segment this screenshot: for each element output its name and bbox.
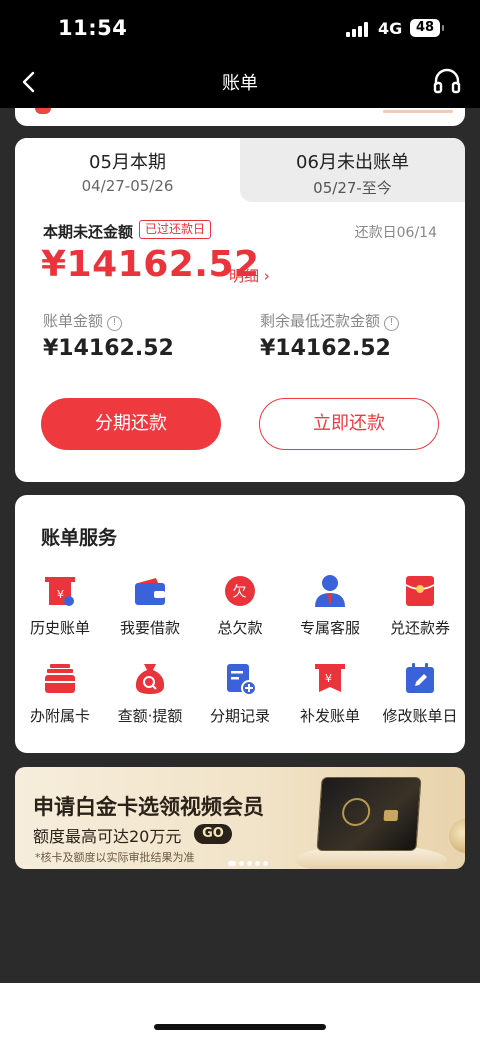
service-credit-limit[interactable]: 查额·提额 [105, 661, 195, 726]
home-indicator[interactable] [154, 1024, 326, 1030]
service-label: 总欠款 [217, 619, 263, 637]
supplementary-card-icon [45, 664, 75, 693]
unpaid-amount: ¥14162.52 [41, 244, 260, 285]
svg-text:¥: ¥ [325, 672, 332, 685]
min-payment-amount: ¥14162.52 [260, 336, 391, 361]
service-customer-service[interactable]: 专属客服 [285, 573, 375, 638]
promo-title: 申请白金卡选领视频会员 [33, 795, 264, 819]
service-reissue-bill[interactable]: ¥ 补发账单 [285, 661, 375, 726]
history-bill-icon: ¥ [45, 577, 75, 606]
bill-amount: ¥14162.52 [43, 336, 174, 361]
service-label: 历史账单 [29, 619, 90, 637]
repayment-date: 还款日06/14 [354, 225, 437, 241]
installment-record-icon [227, 664, 257, 696]
tab-date-range: 05/27-至今 [313, 179, 392, 197]
go-button[interactable]: GO [194, 824, 232, 844]
platinum-card-image [316, 777, 422, 851]
min-payment-label: 剩余最低还款金额! [260, 310, 400, 331]
tab-unbilled[interactable]: 06月未出账单 05/27-至今 [240, 138, 465, 202]
card-emblem [341, 798, 372, 826]
overdue-badge: 已过还款日 [139, 220, 212, 239]
service-label: 查额·提额 [117, 707, 183, 725]
page-title: 账单 [222, 73, 258, 94]
platinum-card-banner[interactable]: 申请白金卡选领视频会员 额度最高可达20万元 GO *核卡及额度以实际审批结果为… [15, 767, 465, 869]
promo-subtitle: 额度最高可达20万元 [33, 827, 182, 846]
service-label: 我要借款 [119, 619, 180, 637]
headset-icon[interactable] [432, 66, 462, 96]
svg-text:欠: 欠 [233, 585, 247, 601]
signal-icon [346, 21, 372, 37]
wallet-icon [135, 578, 165, 605]
service-modify-bill-date[interactable]: 修改账单日 [375, 661, 465, 726]
service-total-debt[interactable]: 欠 总欠款 [195, 573, 285, 638]
tab-current-period[interactable]: 05月本期 04/27-05/26 [15, 138, 240, 202]
card-chip [383, 810, 399, 821]
info-icon[interactable]: ! [107, 316, 123, 331]
bill-amount-label: 账单金额! [43, 310, 123, 331]
status-bar: 11:54 4G 48 [0, 0, 480, 56]
credit-limit-icon [135, 664, 165, 694]
tab-title: 06月未出账单 [296, 152, 409, 173]
carousel-indicator [228, 851, 271, 869]
network-type: 4G [378, 19, 403, 38]
svg-text:¥: ¥ [57, 588, 64, 601]
coupon-icon [405, 576, 435, 606]
service-label: 兑还款券 [389, 619, 450, 637]
previous-card-edge [15, 108, 465, 126]
detail-link[interactable]: 明细 › [229, 265, 270, 286]
coin-graphic [449, 819, 465, 853]
debt-icon: 欠 [225, 576, 255, 606]
bill-card: 05月本期 04/27-05/26 06月未出账单 05/27-至今 本期未还金… [15, 138, 465, 482]
services-title: 账单服务 [41, 527, 118, 549]
status-time: 11:54 [58, 16, 128, 40]
customer-service-icon [315, 575, 345, 607]
repay-now-button[interactable]: 立即还款 [259, 398, 439, 450]
service-label: 分期记录 [209, 707, 270, 725]
service-installment-record[interactable]: 分期记录 [195, 661, 285, 726]
tab-title: 05月本期 [89, 152, 166, 173]
unpaid-amount-label: 本期未还金额 [43, 223, 134, 241]
installment-repay-button[interactable]: 分期还款 [41, 398, 221, 450]
decorative-line [383, 110, 453, 113]
service-label: 办附属卡 [29, 707, 90, 725]
reissue-bill-icon: ¥ [315, 664, 345, 692]
service-borrow[interactable]: 我要借款 [105, 573, 195, 638]
calendar-edit-icon [406, 663, 434, 693]
service-history-bill[interactable]: ¥ 历史账单 [15, 573, 105, 638]
bottom-bar [0, 983, 480, 1039]
service-label: 专属客服 [299, 619, 360, 637]
info-icon[interactable]: ! [384, 316, 400, 331]
bill-services-card: 账单服务 ¥ 历史账单 我要借款 欠 总欠款 专属客服 兑还款券 办附属卡 查额… [15, 495, 465, 753]
red-dot [35, 108, 51, 114]
battery-icon: 48 [410, 19, 444, 37]
tab-date-range: 04/27-05/26 [81, 177, 174, 195]
service-coupon[interactable]: 兑还款券 [375, 573, 465, 638]
service-label: 修改账单日 [382, 707, 458, 725]
promo-disclaimer: *核卡及额度以实际审批结果为准 [35, 851, 195, 864]
service-label: 补发账单 [299, 707, 360, 725]
nav-header: 账单 [0, 56, 480, 108]
service-supplementary-card[interactable]: 办附属卡 [15, 661, 105, 726]
